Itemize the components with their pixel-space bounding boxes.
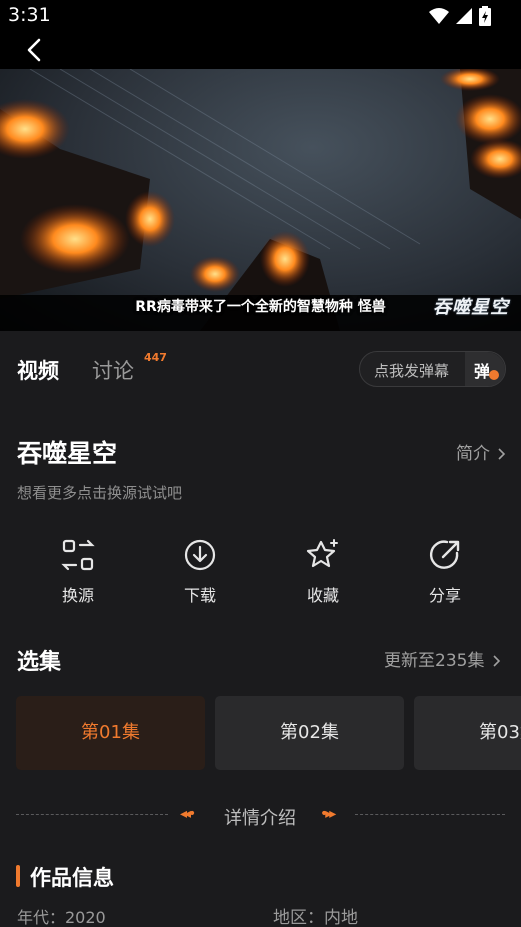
danmu-status-icon [489,370,499,380]
download-button[interactable]: 下载 [160,538,240,606]
wifi-icon [429,8,449,24]
episodes-update-label: 更新至235集 [384,651,485,671]
favorite-button[interactable]: 收藏 [283,538,363,606]
episode-list: 第01集 第02集 第03集 [16,696,521,770]
action-row: 换源 下载 收藏 分享 [0,538,521,618]
download-icon [184,539,216,571]
info-region: 地区：内地 [273,908,358,927]
tab-discussion[interactable]: 讨论 [92,355,134,385]
tab-video[interactable]: 视频 [17,355,59,385]
danmu-bar: 点我发弹幕 弹 [359,351,506,387]
detail-divider: ◂◂• 详情介绍 •▸▸ [0,800,521,830]
video-watermark-logo: 吞噬星空 [433,297,509,318]
chevron-right-icon [493,655,500,667]
source-hint: 想看更多点击换源试试吧 [17,484,183,502]
share-button[interactable]: 分享 [405,538,485,606]
switch-source-button[interactable]: 换源 [38,538,118,606]
download-label: 下载 [183,586,216,605]
intro-link[interactable]: 简介 [456,439,507,464]
intro-link-label: 简介 [456,444,490,464]
video-player[interactable]: RR病毒带来了一个全新的智慧物种 怪兽 吞噬星空 [0,69,521,331]
screen: 3:31 RR病毒带来了一个全新的智慧物种 怪兽 吞噬星空 视频 讨论 447 … [0,0,521,927]
arrows-right-icon: •▸▸ [320,806,336,822]
share-label: 分享 [428,586,461,605]
episode-item[interactable]: 第03集 [414,696,521,770]
danmu-input[interactable]: 点我发弹幕 [374,360,449,381]
back-arrow-icon[interactable] [24,37,46,63]
detail-intro-label: 详情介绍 [224,808,296,829]
show-title: 吞噬星空 [17,439,118,468]
star-icon [306,539,338,568]
arrows-left-icon: ◂◂• [180,806,196,822]
section-accent-bar [16,865,20,887]
favorite-label: 收藏 [306,586,339,605]
info-heading: 作品信息 [30,866,114,890]
battery-charging-icon [479,6,491,26]
switch-source-icon [61,539,95,571]
video-frame [0,69,521,331]
episode-item[interactable]: 第01集 [16,696,205,770]
episode-item[interactable]: 第02集 [215,696,404,770]
chevron-right-icon [498,448,506,460]
status-bar: 3:31 [0,0,521,69]
dashed-line-right [355,814,505,815]
discussion-count-badge: 447 [144,351,167,364]
episodes-update-link[interactable]: 更新至235集 [384,646,502,671]
dashed-line-left [16,814,168,815]
tab-bar: 视频 讨论 447 点我发弹幕 弹 [0,331,521,405]
share-icon [429,540,460,569]
episodes-heading: 选集 [17,650,62,675]
signal-icon [456,8,472,24]
info-year: 年代：2020 [17,908,106,927]
status-icons [429,6,491,26]
switch-source-label: 换源 [61,586,94,605]
danmu-button-label: 弹 [474,362,491,381]
status-time: 3:31 [8,4,51,26]
danmu-toggle-button[interactable]: 弹 [465,352,505,386]
